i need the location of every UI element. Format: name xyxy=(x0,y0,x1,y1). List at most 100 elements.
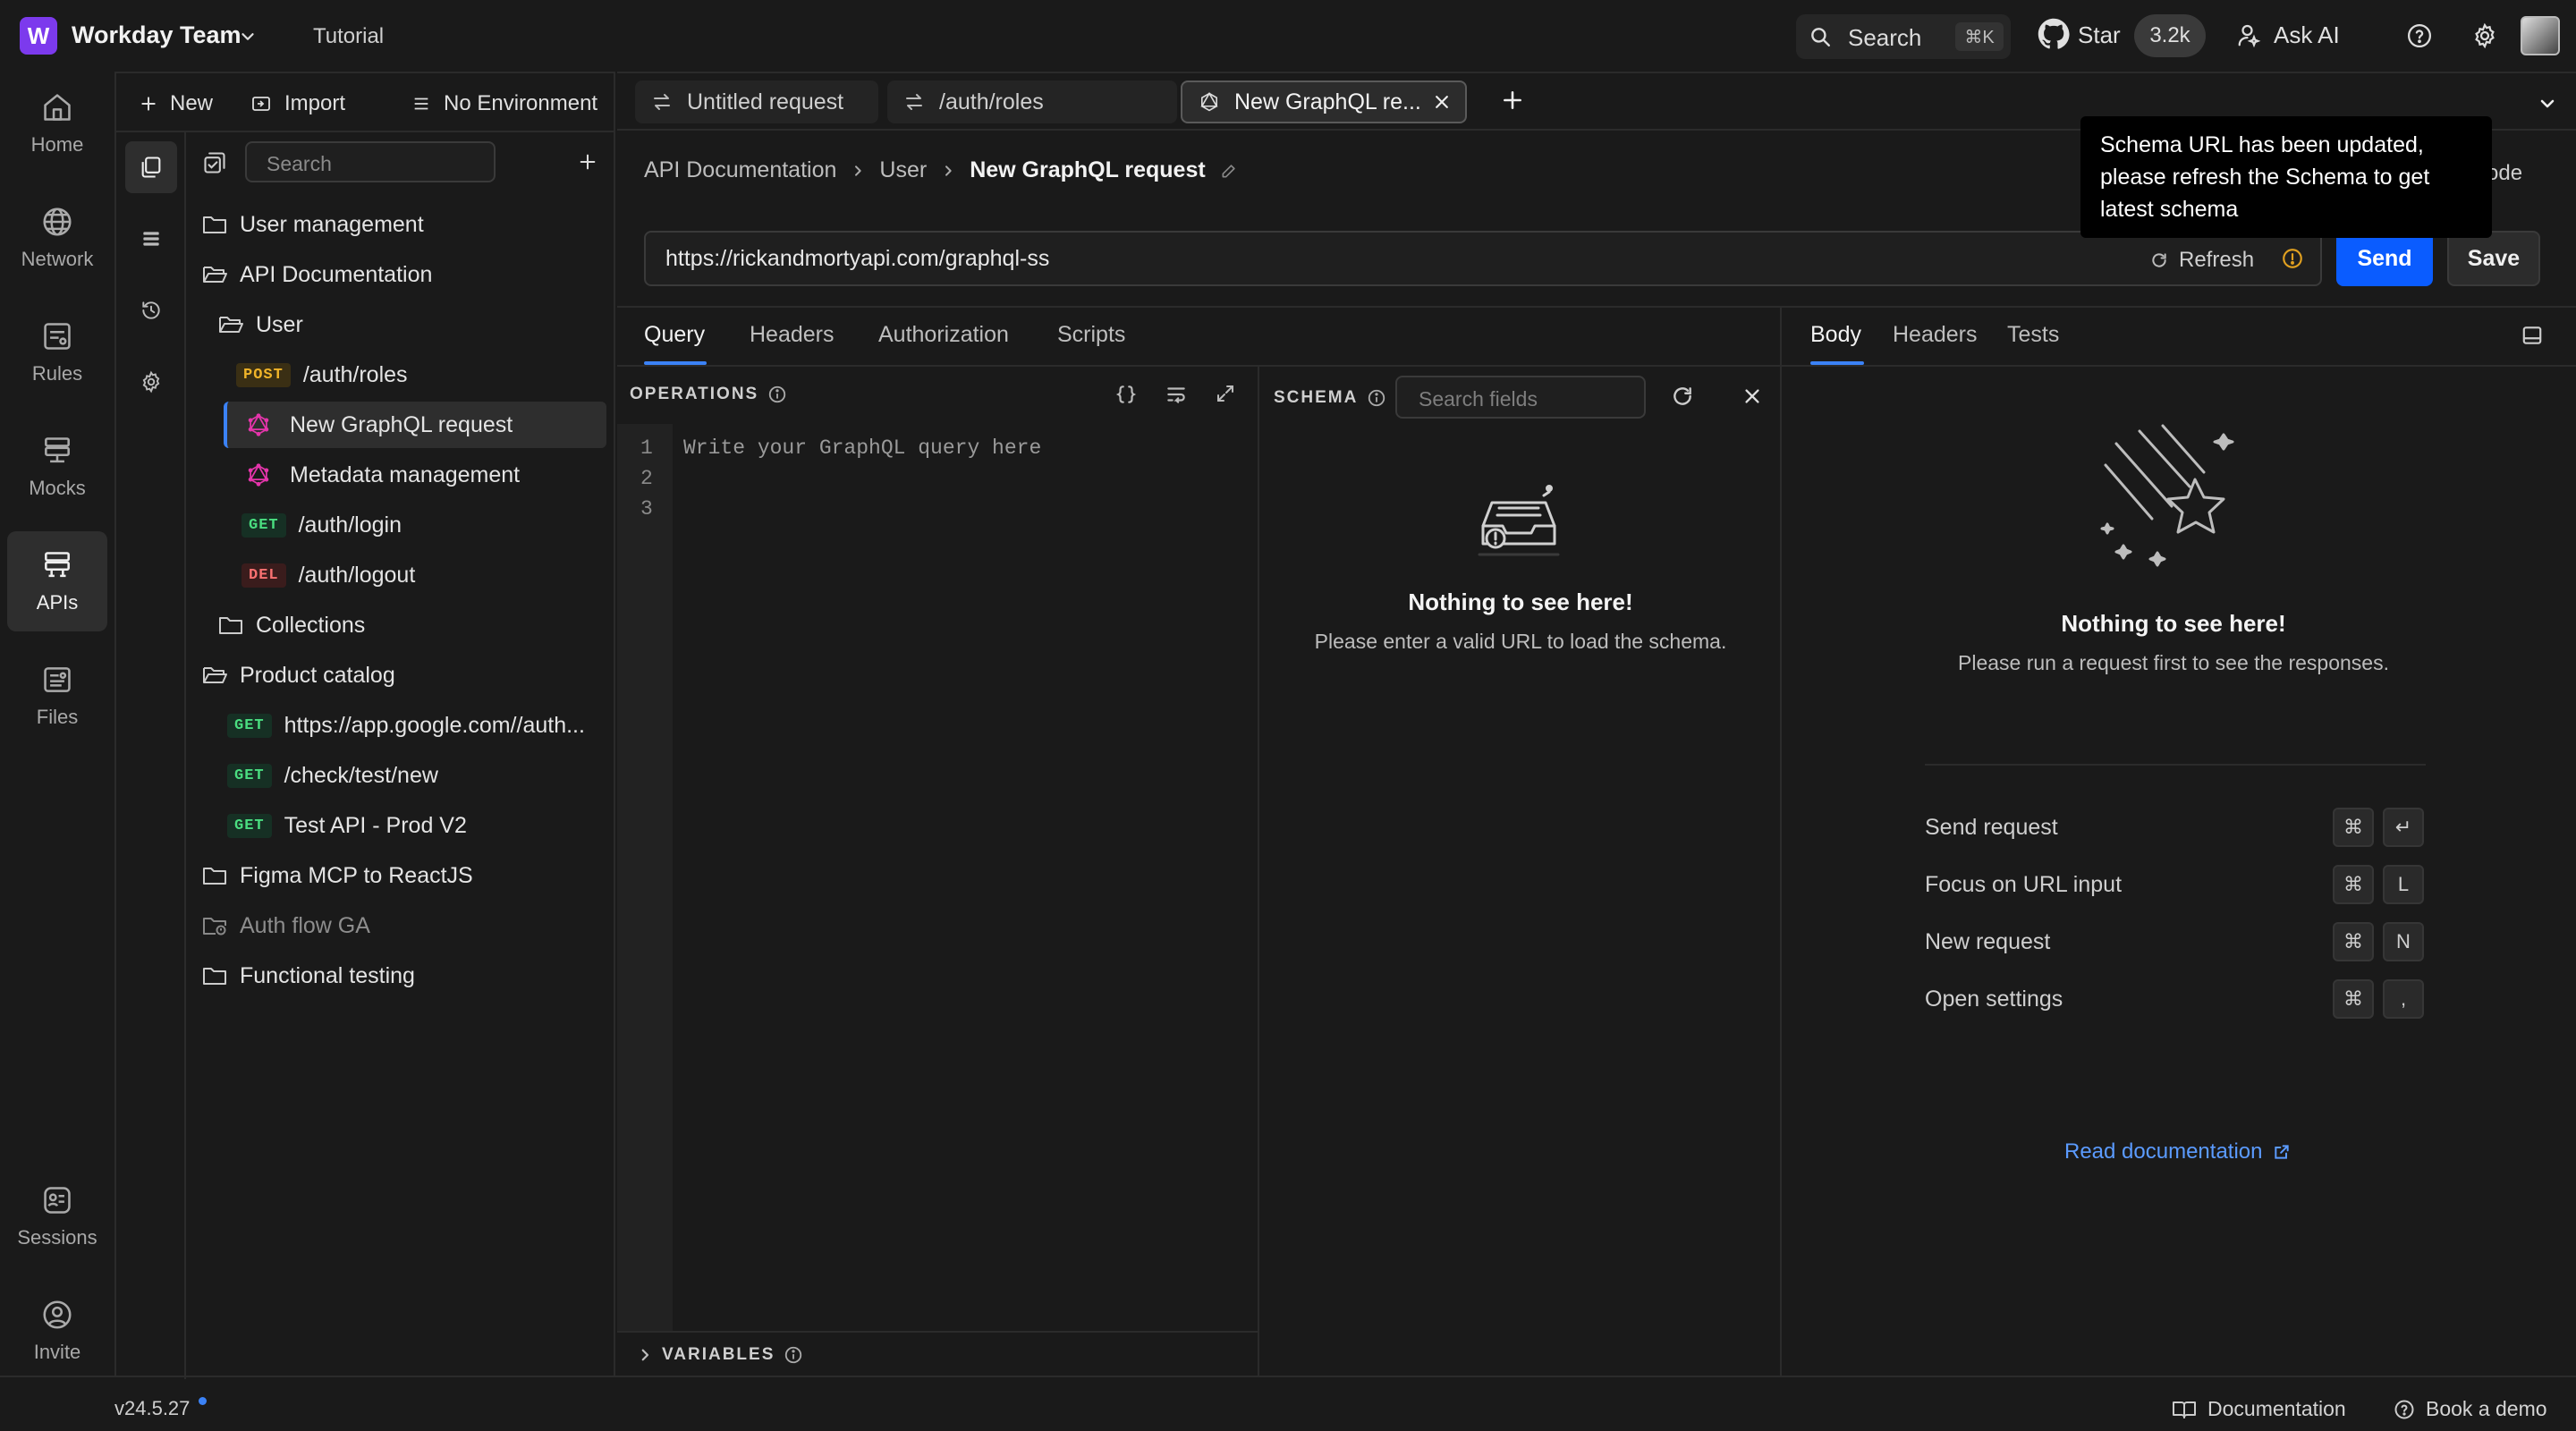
add-collection-plus-icon[interactable] xyxy=(578,152,597,172)
url-input[interactable]: https://rickandmortyapi.com/graphql-ss R… xyxy=(644,231,2322,286)
folder-icon xyxy=(202,214,227,235)
runtime-settings-button[interactable] xyxy=(125,356,177,408)
info-icon[interactable] xyxy=(767,385,787,404)
rail-label: Network xyxy=(21,248,94,270)
query-editor[interactable]: Write your GraphQL query here xyxy=(683,436,1041,460)
github-star-count[interactable]: 3.2k xyxy=(2134,14,2206,57)
tab-scripts[interactable]: Scripts xyxy=(1057,322,1125,348)
info-icon[interactable] xyxy=(1367,388,1386,408)
save-button[interactable]: Save xyxy=(2447,231,2540,286)
response-empty-title: Nothing to see here! xyxy=(2061,610,2286,637)
chevron-down-icon[interactable] xyxy=(238,27,258,47)
rail-item-mocks[interactable]: Mocks xyxy=(7,417,107,517)
tab-response-body[interactable]: Body xyxy=(1810,322,1861,348)
tab-query[interactable]: Query xyxy=(644,322,705,348)
new-tab-plus-icon[interactable] xyxy=(1501,89,1524,112)
sidebar-search-input[interactable]: Search xyxy=(245,141,496,182)
rail-item-network[interactable]: Network xyxy=(7,188,107,288)
tree-request-check-test-new[interactable]: GET /check/test/new xyxy=(227,752,438,799)
tab-response-tests[interactable]: Tests xyxy=(2007,322,2059,348)
search-icon xyxy=(1809,25,1832,48)
tab-response-headers[interactable]: Headers xyxy=(1893,322,1978,348)
breadcrumb-item[interactable]: User xyxy=(879,157,927,183)
tree-request-metadata-management[interactable]: Metadata management xyxy=(247,452,520,498)
import-button[interactable]: Import xyxy=(250,91,345,116)
warning-info-icon[interactable] xyxy=(2281,247,2304,270)
user-avatar[interactable] xyxy=(2521,16,2560,55)
tree-folder-figma-mcp[interactable]: Figma MCP to ReactJS xyxy=(202,852,473,899)
ask-ai-button[interactable]: Ask AI xyxy=(2274,21,2340,49)
tree-request-google-auth[interactable]: GET https://app.google.com//auth... xyxy=(227,702,585,749)
tree-folder-user-management[interactable]: User management xyxy=(202,201,424,248)
history-mode-button[interactable] xyxy=(125,284,177,336)
tree-folder-functional-testing[interactable]: Functional testing xyxy=(202,953,415,999)
tab-untitled-request[interactable]: Untitled request xyxy=(635,80,878,123)
close-schema-icon[interactable] xyxy=(1742,386,1762,406)
rail-item-rules[interactable]: Rules xyxy=(7,302,107,402)
book-demo-link[interactable]: Book a demo xyxy=(2394,1397,2547,1421)
code-button-label[interactable]: ode xyxy=(2487,161,2522,186)
workspace-logo[interactable]: W xyxy=(20,17,57,55)
github-star-label[interactable]: Star xyxy=(2078,21,2121,49)
documentation-link[interactable]: Documentation xyxy=(2172,1397,2346,1421)
schema-search-input[interactable]: Search fields xyxy=(1395,376,1646,419)
tree-request-auth-logout[interactable]: DEL /auth/logout xyxy=(242,552,415,598)
shortcut-row-focus-url: Focus on URL input ⌘ L xyxy=(1925,865,2426,904)
tab-new-graphql-request[interactable]: New GraphQL re... xyxy=(1181,80,1467,123)
rail-label: Rules xyxy=(31,362,83,385)
plus-icon xyxy=(140,95,157,113)
folder-icon xyxy=(202,865,227,886)
tree-folder-auth-flow-ga[interactable]: Auth flow GA xyxy=(202,902,370,949)
rail-item-sessions[interactable]: Sessions xyxy=(7,1166,107,1266)
tree-folder-product-catalog[interactable]: Product catalog xyxy=(202,652,395,699)
variables-toggle[interactable]: VARIABLES xyxy=(637,1345,803,1365)
refresh-schema-icon[interactable] xyxy=(1671,385,1694,408)
prettify-braces-icon[interactable] xyxy=(1114,383,1138,406)
collections-mode-button[interactable] xyxy=(125,141,177,193)
environments-mode-button[interactable] xyxy=(125,213,177,265)
expand-icon[interactable] xyxy=(1215,383,1236,404)
environment-selector[interactable]: No Environment xyxy=(411,91,597,116)
method-badge: GET xyxy=(242,512,286,538)
ask-ai-icon[interactable] xyxy=(2236,21,2263,48)
rail-item-home[interactable]: Home xyxy=(7,73,107,174)
info-icon[interactable] xyxy=(784,1345,803,1365)
divider xyxy=(1780,306,1782,1377)
tab-auth-roles[interactable]: /auth/roles xyxy=(887,80,1177,123)
line-number-gutter xyxy=(617,424,673,1331)
read-documentation-link[interactable]: Read documentation xyxy=(2064,1139,2291,1164)
tree-request-auth-roles[interactable]: POST /auth/roles xyxy=(236,351,408,398)
rail-item-apis[interactable]: APIs xyxy=(7,531,107,631)
rail-item-files[interactable]: Files xyxy=(7,646,107,746)
tree-label: User management xyxy=(240,211,424,237)
global-search-button[interactable]: Search ⌘K xyxy=(1796,14,2011,59)
tree-folder-user[interactable]: User xyxy=(218,301,303,348)
tree-folder-collections[interactable]: Collections xyxy=(218,602,365,648)
shortcut-key: ⌘ xyxy=(2333,865,2374,904)
tree-folder-api-documentation[interactable]: API Documentation xyxy=(202,251,432,298)
tab-authorization[interactable]: Authorization xyxy=(878,322,1009,348)
close-tab-icon[interactable] xyxy=(1433,93,1451,111)
breadcrumb-item[interactable]: API Documentation xyxy=(644,157,836,183)
globe-icon xyxy=(40,205,74,239)
workspace-name[interactable]: Workday Team xyxy=(72,21,242,49)
toggle-layout-icon[interactable] xyxy=(2521,324,2544,347)
tree-request-test-api-prod[interactable]: GET Test API - Prod V2 xyxy=(227,802,467,849)
tabs-menu-chevron-icon[interactable] xyxy=(2537,93,2558,114)
settings-gear-icon[interactable] xyxy=(2471,22,2498,49)
tab-headers[interactable]: Headers xyxy=(750,322,835,348)
tutorial-link[interactable]: Tutorial xyxy=(313,24,384,49)
github-icon[interactable] xyxy=(2038,18,2070,50)
send-button[interactable]: Send xyxy=(2336,231,2433,286)
help-icon[interactable] xyxy=(2406,22,2433,49)
import-icon xyxy=(250,93,272,114)
new-button[interactable]: New xyxy=(140,91,213,116)
left-rail: Home Network Rules Mocks APIs Files Sess… xyxy=(0,72,114,1377)
edit-pencil-icon[interactable] xyxy=(1220,162,1238,180)
tree-request-auth-login[interactable]: GET /auth/login xyxy=(242,502,402,548)
wrap-lines-icon[interactable] xyxy=(1165,383,1188,406)
tree-request-new-graphql[interactable]: New GraphQL request xyxy=(224,402,606,448)
select-all-icon[interactable] xyxy=(202,150,227,175)
refresh-schema-button[interactable]: Refresh xyxy=(2150,248,2254,273)
rail-item-invite[interactable]: Invite xyxy=(7,1281,107,1381)
